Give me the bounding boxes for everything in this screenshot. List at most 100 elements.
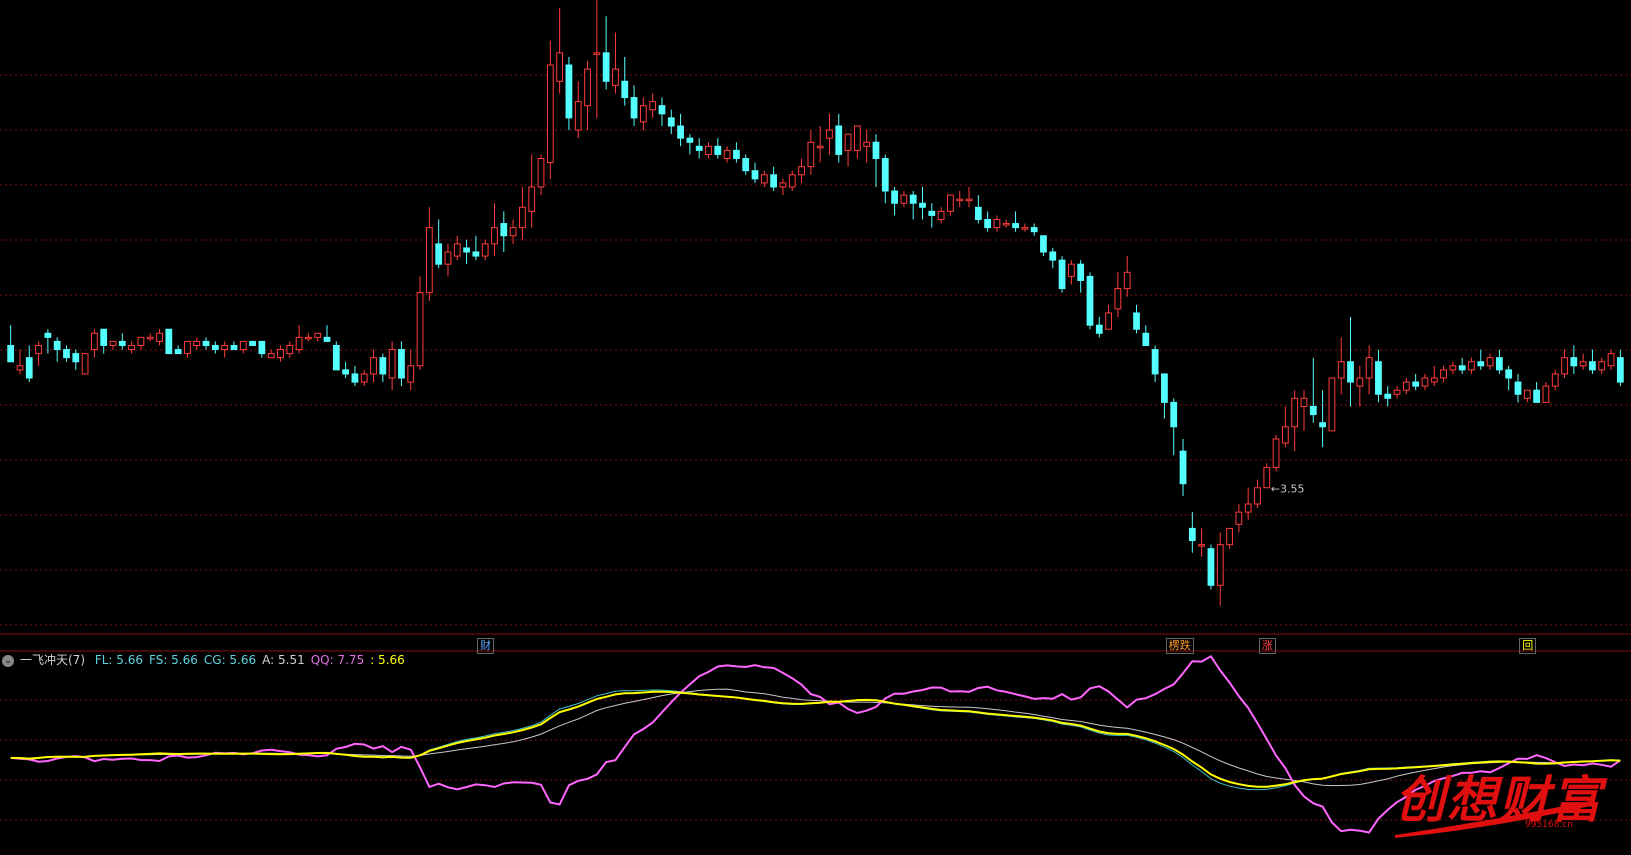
candle[interactable] xyxy=(537,154,545,196)
candle[interactable] xyxy=(351,365,359,387)
candle[interactable] xyxy=(25,345,33,383)
candle[interactable] xyxy=(370,349,377,383)
candle[interactable] xyxy=(984,211,992,232)
candle[interactable] xyxy=(1523,389,1531,403)
candle[interactable] xyxy=(1067,260,1075,285)
candle[interactable] xyxy=(686,134,694,155)
candle[interactable] xyxy=(407,349,415,391)
candle[interactable] xyxy=(342,361,350,378)
candle[interactable] xyxy=(1021,223,1029,232)
candle[interactable] xyxy=(323,325,331,342)
candle[interactable] xyxy=(1365,345,1373,395)
candle[interactable] xyxy=(1049,247,1057,269)
candle[interactable] xyxy=(1077,260,1085,293)
candle[interactable] xyxy=(891,186,898,216)
candle[interactable] xyxy=(314,332,322,342)
candle[interactable] xyxy=(1337,337,1345,395)
candle[interactable] xyxy=(1002,219,1010,228)
candle[interactable] xyxy=(1616,349,1624,387)
candle[interactable] xyxy=(230,341,238,351)
candle[interactable] xyxy=(1188,512,1196,553)
candle[interactable] xyxy=(174,345,182,355)
candle[interactable] xyxy=(1058,256,1066,293)
candle[interactable] xyxy=(435,219,443,269)
candle[interactable] xyxy=(1309,357,1317,423)
candle[interactable] xyxy=(472,235,480,261)
signal-marker[interactable]: 楞跌 xyxy=(1165,638,1194,654)
candle[interactable] xyxy=(974,195,982,224)
candle[interactable] xyxy=(853,125,861,159)
candle[interactable] xyxy=(1207,544,1215,590)
candle[interactable] xyxy=(909,191,917,220)
candle[interactable] xyxy=(658,97,666,126)
collapse-icon[interactable]: ⌄ xyxy=(2,654,14,667)
candle[interactable] xyxy=(1598,357,1606,374)
candle[interactable] xyxy=(621,56,629,106)
candle[interactable] xyxy=(202,337,210,350)
candle[interactable] xyxy=(16,349,24,374)
candle[interactable] xyxy=(258,340,266,358)
candle[interactable] xyxy=(947,194,954,216)
candle[interactable] xyxy=(1123,256,1131,297)
candle[interactable] xyxy=(453,235,461,261)
candle[interactable] xyxy=(565,56,573,131)
candle[interactable] xyxy=(1086,272,1094,330)
candle[interactable] xyxy=(1561,349,1568,378)
candle[interactable] xyxy=(788,170,796,192)
candle[interactable] xyxy=(286,341,294,358)
candle[interactable] xyxy=(956,191,964,208)
candle[interactable] xyxy=(1421,373,1429,391)
candle[interactable] xyxy=(72,349,80,370)
candle[interactable] xyxy=(667,109,675,135)
candle[interactable] xyxy=(1347,317,1354,407)
candle[interactable] xyxy=(1095,317,1103,338)
candle[interactable] xyxy=(779,178,787,196)
candle[interactable] xyxy=(1402,378,1410,395)
candle[interactable] xyxy=(881,154,889,204)
candle[interactable] xyxy=(1105,304,1112,330)
candle[interactable] xyxy=(863,130,871,163)
candle[interactable] xyxy=(742,154,750,175)
candle[interactable] xyxy=(1254,479,1261,509)
candle[interactable] xyxy=(1170,398,1178,456)
candle[interactable] xyxy=(305,333,312,342)
candle[interactable] xyxy=(1356,365,1364,407)
candle[interactable] xyxy=(53,337,61,362)
candle[interactable] xyxy=(1551,369,1559,391)
candle[interactable] xyxy=(481,239,489,261)
candle[interactable] xyxy=(770,166,778,192)
candle[interactable] xyxy=(556,8,564,94)
candle[interactable] xyxy=(1328,377,1336,432)
candle[interactable] xyxy=(63,345,70,362)
candle[interactable] xyxy=(612,32,619,94)
candle[interactable] xyxy=(872,134,880,187)
candle[interactable] xyxy=(1440,365,1447,383)
candle[interactable] xyxy=(602,16,610,90)
candle[interactable] xyxy=(1533,382,1540,403)
candle[interactable] xyxy=(900,191,908,208)
candle[interactable] xyxy=(1477,349,1485,370)
candle[interactable] xyxy=(1449,361,1457,374)
candle[interactable] xyxy=(118,333,126,350)
candle[interactable] xyxy=(295,325,303,354)
candle[interactable] xyxy=(193,337,201,350)
candle[interactable] xyxy=(1235,504,1243,533)
candle[interactable] xyxy=(826,113,833,155)
candle[interactable] xyxy=(416,276,424,370)
candle[interactable] xyxy=(1486,353,1494,370)
candle[interactable] xyxy=(1272,434,1280,472)
candle[interactable] xyxy=(221,341,229,358)
candle[interactable] xyxy=(965,186,973,208)
candle[interactable] xyxy=(137,336,145,350)
candle[interactable] xyxy=(128,341,135,354)
candle[interactable] xyxy=(1319,390,1326,448)
candle[interactable] xyxy=(1412,373,1420,391)
candle[interactable] xyxy=(1458,357,1466,374)
candle[interactable] xyxy=(584,60,591,131)
candle[interactable] xyxy=(360,369,368,387)
candle[interactable] xyxy=(249,340,256,346)
candle[interactable] xyxy=(519,186,526,240)
candle[interactable] xyxy=(1468,357,1475,374)
candle[interactable] xyxy=(146,333,154,342)
candle[interactable] xyxy=(379,353,387,383)
